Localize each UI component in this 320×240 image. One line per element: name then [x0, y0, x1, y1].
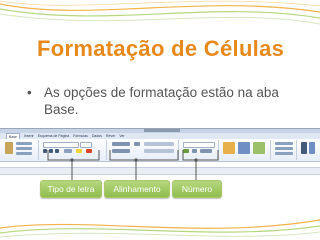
callout-number-group: Número	[172, 180, 222, 198]
callout-font-group: Tipo de letra	[40, 180, 102, 198]
callout-connectors	[47, 150, 219, 180]
decorative-bottom-swoosh	[0, 219, 320, 238]
callout-alignment-group: Alinhamento	[104, 180, 170, 198]
